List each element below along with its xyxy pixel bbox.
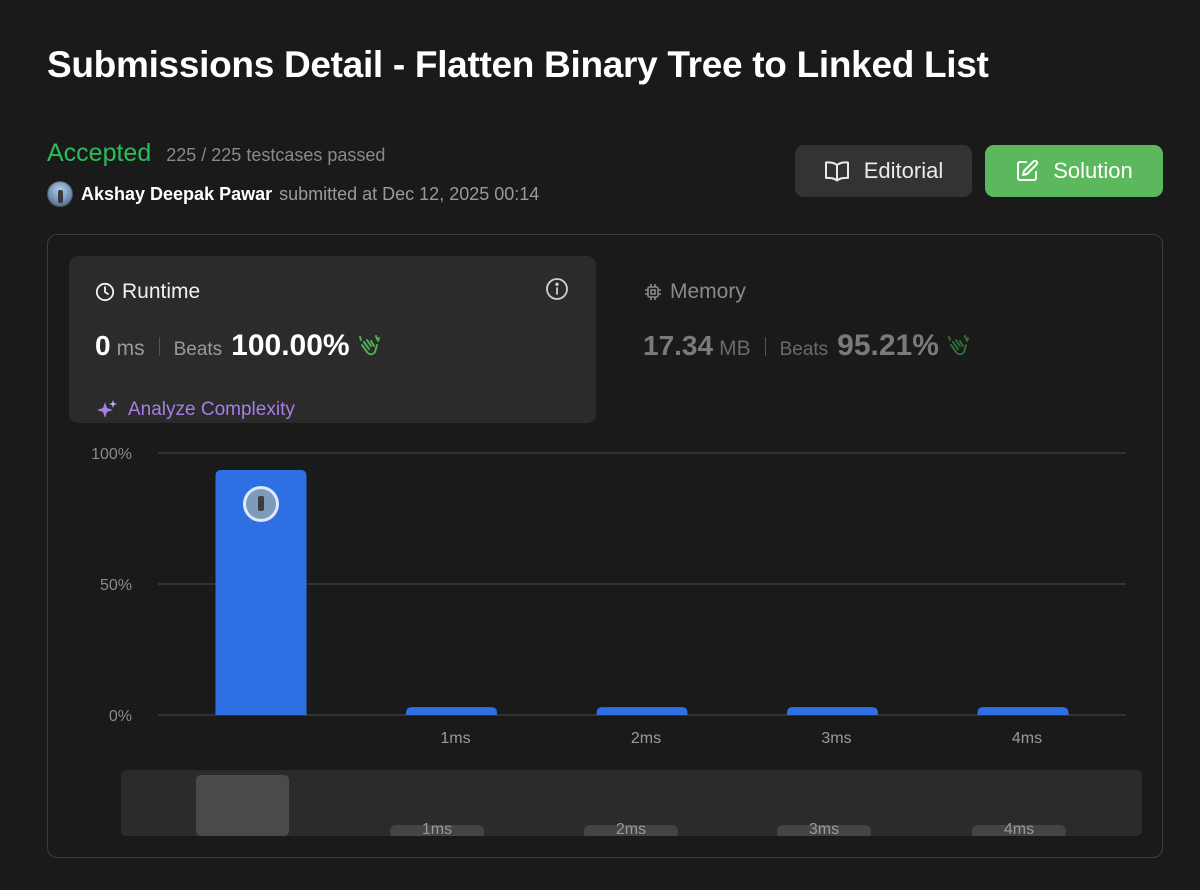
chart-bar[interactable]	[787, 707, 878, 715]
runtime-distribution-chart[interactable]: 100% 50% 0% 1ms 2ms 3ms 4ms	[48, 235, 1162, 857]
range-tick-label: 2ms	[616, 821, 646, 836]
status-accepted: Accepted	[47, 139, 152, 167]
y-tick-label: 50%	[100, 577, 132, 594]
solution-label: Solution	[1053, 158, 1133, 183]
editorial-button[interactable]: Editorial	[795, 145, 972, 197]
testcases-passed: 225 / 225 testcases passed	[166, 145, 386, 165]
avatar-figure	[258, 496, 264, 512]
y-tick-label: 0%	[109, 708, 132, 725]
chart-bar[interactable]	[977, 707, 1069, 715]
chart-bar[interactable]	[596, 707, 688, 715]
x-tick-label: 2ms	[631, 730, 661, 747]
x-tick-label: 4ms	[1012, 730, 1042, 747]
range-tick-label: 4ms	[1004, 821, 1034, 836]
editorial-label: Editorial	[863, 158, 944, 183]
x-tick-label: 1ms	[440, 730, 470, 747]
range-tick-label: 1ms	[422, 821, 452, 836]
range-selector[interactable]: 1ms 2ms 3ms 4ms	[121, 770, 1142, 836]
submitter-row: Akshay Deepak Pawar submitted at Dec 12,…	[47, 181, 539, 207]
range-selector-chart[interactable]: 1ms 2ms 3ms 4ms	[121, 770, 1142, 836]
user-avatar-marker	[243, 486, 279, 523]
book-icon	[824, 161, 849, 182]
submitter-name[interactable]: Akshay Deepak Pawar	[81, 184, 272, 205]
avatar[interactable]	[47, 181, 73, 207]
page-title: Submissions Detail - Flatten Binary Tree…	[47, 44, 989, 85]
submission-status-row: Accepted 225 / 225 testcases passed	[47, 139, 385, 168]
edit-icon	[1017, 159, 1039, 181]
chart-bar[interactable]	[406, 707, 497, 715]
x-tick-label: 3ms	[821, 730, 851, 747]
submitted-at: submitted at Dec 12, 2025 00:14	[279, 183, 540, 204]
solution-button[interactable]: Solution	[985, 145, 1163, 197]
range-bar	[196, 775, 289, 836]
y-tick-label: 100%	[91, 446, 132, 463]
performance-panel: Runtime 0 ms Beats 100.00% Analyze Compl…	[47, 234, 1163, 858]
range-tick-label: 3ms	[809, 821, 839, 836]
